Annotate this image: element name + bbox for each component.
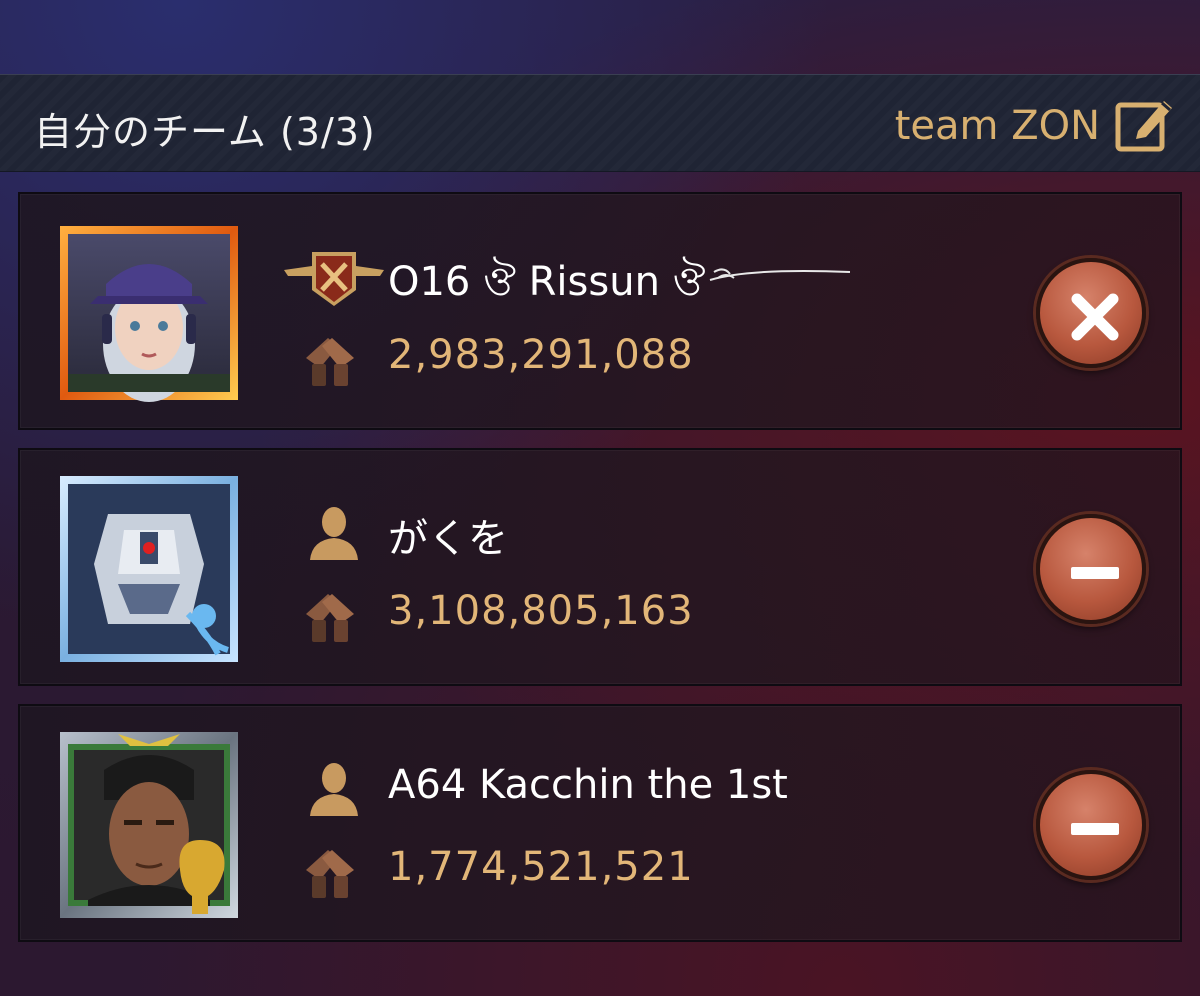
minus-icon bbox=[1071, 567, 1119, 579]
team-member-card: O16 ঔ Rissun ঔ 2,983,291,088 bbox=[18, 192, 1182, 430]
power-value: 2,983,291,088 bbox=[388, 332, 694, 378]
person-silhouette-icon bbox=[304, 502, 364, 562]
power-crossed-guns-icon bbox=[298, 840, 362, 904]
power-crossed-guns-icon bbox=[298, 328, 362, 392]
player-avatar[interactable] bbox=[58, 730, 240, 918]
player-avatar[interactable] bbox=[58, 474, 240, 662]
demote-member-button[interactable] bbox=[1036, 770, 1146, 880]
team-member-card: がくを 3,108,805,163 bbox=[18, 448, 1182, 686]
player-name[interactable]: A64 Kacchin the 1st bbox=[388, 762, 788, 808]
player-avatar[interactable] bbox=[58, 224, 240, 402]
demote-member-button[interactable] bbox=[1036, 514, 1146, 624]
player-name[interactable]: がくを bbox=[388, 506, 508, 564]
power-crossed-guns-icon bbox=[298, 584, 362, 648]
power-value: 3,108,805,163 bbox=[388, 588, 694, 634]
minus-icon bbox=[1071, 823, 1119, 835]
player-name[interactable]: O16 ঔ Rissun ঔ bbox=[388, 250, 705, 317]
team-header: 自分のチーム (3/3) team ZON bbox=[0, 74, 1200, 172]
rank-crossed-guns-badge-icon bbox=[284, 246, 384, 310]
edit-pencil-icon bbox=[1115, 101, 1172, 152]
name-flourish-icon bbox=[709, 268, 851, 281]
team-name-label[interactable]: team ZON bbox=[895, 103, 1100, 149]
page-title: 自分のチーム (3/3) bbox=[34, 110, 376, 154]
edit-team-name-button[interactable] bbox=[1114, 93, 1176, 155]
remove-x-icon bbox=[1071, 293, 1119, 341]
person-silhouette-icon bbox=[304, 758, 364, 818]
team-member-card: A64 Kacchin the 1st 1,774,521,521 bbox=[18, 704, 1182, 942]
power-value: 1,774,521,521 bbox=[388, 844, 694, 890]
remove-member-button[interactable] bbox=[1036, 258, 1146, 368]
